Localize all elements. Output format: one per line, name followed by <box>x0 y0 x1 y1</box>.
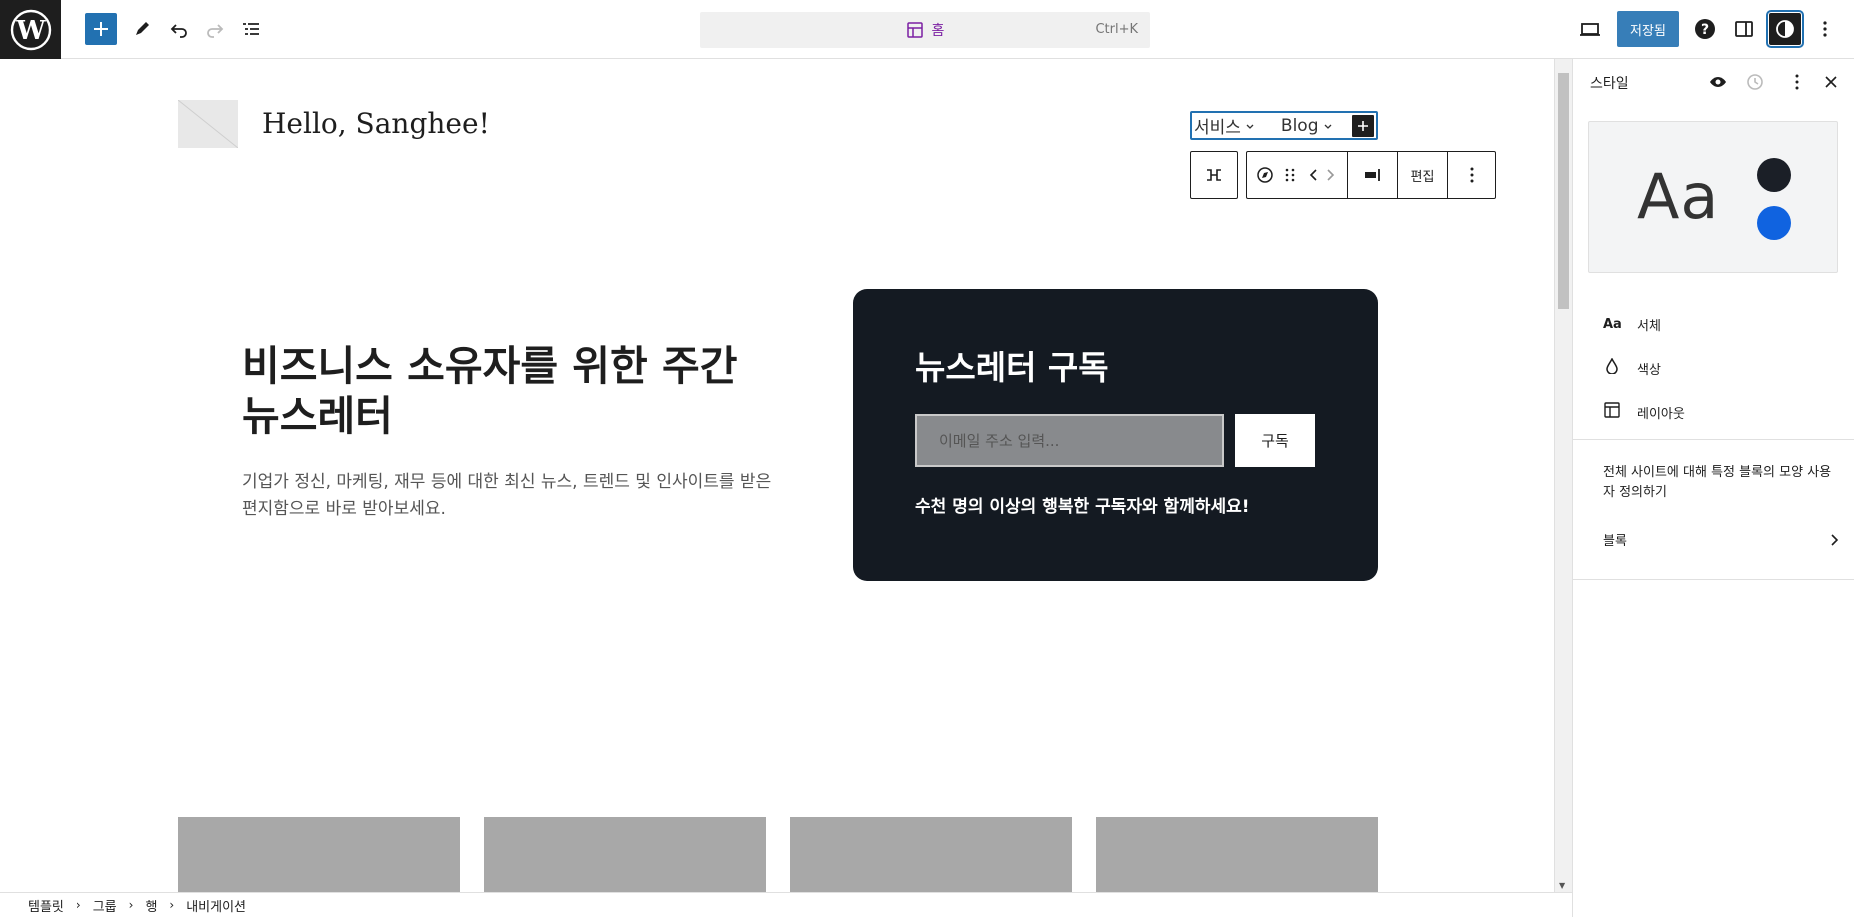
sidebar-divider <box>1573 579 1854 580</box>
breadcrumb-item-row[interactable]: 행 <box>145 896 157 915</box>
search-title: 홈 <box>931 23 945 39</box>
more-options-icon[interactable] <box>1447 152 1495 198</box>
add-nav-item-button[interactable] <box>1352 115 1374 137</box>
close-icon[interactable] <box>1818 69 1844 95</box>
svg-text:?: ? <box>1701 22 1709 38</box>
template-icon <box>906 22 923 38</box>
canvas-scrollbar[interactable]: ▼ <box>1555 59 1572 892</box>
breadcrumb-item-template[interactable]: 템플릿 <box>28 896 64 915</box>
block-toolbar: 편집 <box>1190 151 1496 199</box>
sidebar-item-colors[interactable]: 색상 <box>1603 356 1661 380</box>
undo-icon[interactable] <box>163 13 195 45</box>
subscribe-button[interactable]: 구독 <box>1235 414 1315 467</box>
primary-color-swatch <box>1757 158 1791 192</box>
scrollbar-thumb[interactable] <box>1558 73 1569 309</box>
chevron-right-icon <box>1831 533 1839 546</box>
save-button[interactable]: 저장됨 <box>1617 11 1679 47</box>
pencil-icon[interactable] <box>126 13 158 45</box>
newsletter-title[interactable]: 뉴스레터 구독 <box>915 341 1109 389</box>
sidebar-header: 스타일 <box>1573 59 1854 105</box>
breadcrumb-item-navigation[interactable]: 내비게이션 <box>186 896 246 915</box>
style-preview[interactable]: Aa <box>1588 121 1838 273</box>
hero-description[interactable]: 기업가 정신, 마케팅, 재무 등에 대한 최신 뉴스, 트렌드 및 인사이트를… <box>242 469 782 523</box>
nav-item-blog[interactable]: Blog <box>1279 116 1333 136</box>
move-arrows[interactable] <box>1303 152 1347 198</box>
styles-sidebar: 스타일 Aa Aa 서체 색상 레이아웃 전체 사이트에 대해 특정 블록의 모… <box>1572 59 1854 917</box>
sidebar-item-layout[interactable]: 레이아웃 <box>1603 400 1685 424</box>
wordpress-logo-icon[interactable]: W <box>0 0 61 59</box>
breadcrumb-item-group[interactable]: 그룹 <box>93 896 117 915</box>
scroll-down-arrow-icon[interactable]: ▼ <box>1559 881 1565 890</box>
editor-canvas[interactable]: Hello, Sanghee! 서비스 Blog 편집 비즈니스 소유자를 위한… <box>0 59 1555 892</box>
command-palette-search[interactable]: 홈 Ctrl+K <box>700 12 1150 48</box>
sidebar-item-typography[interactable]: Aa 서체 <box>1603 312 1661 336</box>
settings-sidebar-icon[interactable] <box>1728 13 1760 45</box>
droplet-icon <box>1603 357 1621 378</box>
breadcrumb-separator-icon: › <box>169 898 175 912</box>
chevron-right-icon[interactable] <box>1325 168 1335 182</box>
help-icon[interactable]: ? <box>1689 13 1721 45</box>
block-breadcrumb: 템플릿 › 그룹 › 행 › 내비게이션 <box>0 892 1572 917</box>
chevron-down-icon <box>1246 124 1254 129</box>
compass-icon[interactable] <box>1247 152 1277 198</box>
add-block-button[interactable] <box>85 13 117 45</box>
device-preview-icon[interactable] <box>1574 13 1606 45</box>
nav-item-services[interactable]: 서비스 <box>1192 113 1255 138</box>
secondary-color-swatch <box>1757 206 1791 240</box>
sidebar-title: 스타일 <box>1590 76 1629 92</box>
redo-icon[interactable] <box>199 13 231 45</box>
sidebar-item-label: 서체 <box>1637 318 1661 334</box>
sidebar-item-label: 레이아웃 <box>1637 406 1685 422</box>
nav-item-label: 서비스 <box>1194 118 1241 138</box>
sidebar-item-blocks[interactable]: 블록 <box>1603 530 1839 549</box>
block-type-group <box>1190 151 1238 199</box>
site-logo-placeholder[interactable] <box>178 100 238 148</box>
eye-icon[interactable] <box>1705 69 1731 95</box>
newsletter-card: 뉴스레터 구독 이메일 주소 입력... 구독 수천 명의 이상의 행복한 구독… <box>853 289 1378 581</box>
typography-icon: Aa <box>1603 316 1622 332</box>
blocks-description: 전체 사이트에 대해 특정 블록의 모양 사용자 정의하기 <box>1603 465 1832 500</box>
post-image-card[interactable] <box>790 817 1072 892</box>
post-image-card[interactable] <box>178 817 460 892</box>
email-input[interactable]: 이메일 주소 입력... <box>915 414 1224 467</box>
breadcrumb-separator-icon: › <box>128 898 134 912</box>
post-image-card[interactable] <box>1096 817 1378 892</box>
post-image-card[interactable] <box>484 817 766 892</box>
chevron-down-icon <box>1324 124 1331 129</box>
justify-right-icon[interactable] <box>1347 152 1397 198</box>
keyboard-shortcut: Ctrl+K <box>1095 22 1138 37</box>
styles-contrast-icon[interactable] <box>1766 10 1804 48</box>
revisions-history-icon[interactable] <box>1742 69 1768 95</box>
chevron-left-icon[interactable] <box>1309 168 1319 182</box>
document-overview-icon[interactable] <box>235 13 267 45</box>
options-menu-icon[interactable] <box>1809 13 1841 45</box>
preview-typography: Aa <box>1637 160 1720 233</box>
sidebar-divider <box>1573 439 1854 440</box>
more-options-icon[interactable] <box>1784 69 1810 95</box>
navigation-block[interactable]: 서비스 Blog <box>1190 111 1378 140</box>
block-controls-group: 편집 <box>1246 151 1496 199</box>
edit-button[interactable]: 편집 <box>1397 152 1447 198</box>
sidebar-item-label: 블록 <box>1603 534 1627 549</box>
editor-header: W 홈 Ctrl+K 저장됨 ? <box>0 0 1854 59</box>
layout-icon <box>1603 402 1621 422</box>
svg-text:W: W <box>15 16 46 46</box>
newsletter-note[interactable]: 수천 명의 이상의 행복한 구독자와 함께하세요! <box>915 492 1250 517</box>
sidebar-item-label: 색상 <box>1637 362 1661 378</box>
site-title[interactable]: Hello, Sanghee! <box>262 107 490 140</box>
block-type-icon[interactable] <box>1191 152 1237 198</box>
breadcrumb-separator-icon: › <box>75 898 81 912</box>
nav-item-label: Blog <box>1280 115 1319 136</box>
drag-handle-icon[interactable] <box>1277 152 1303 198</box>
hero-heading[interactable]: 비즈니스 소유자를 위한 주간 뉴스레터 <box>242 341 762 441</box>
